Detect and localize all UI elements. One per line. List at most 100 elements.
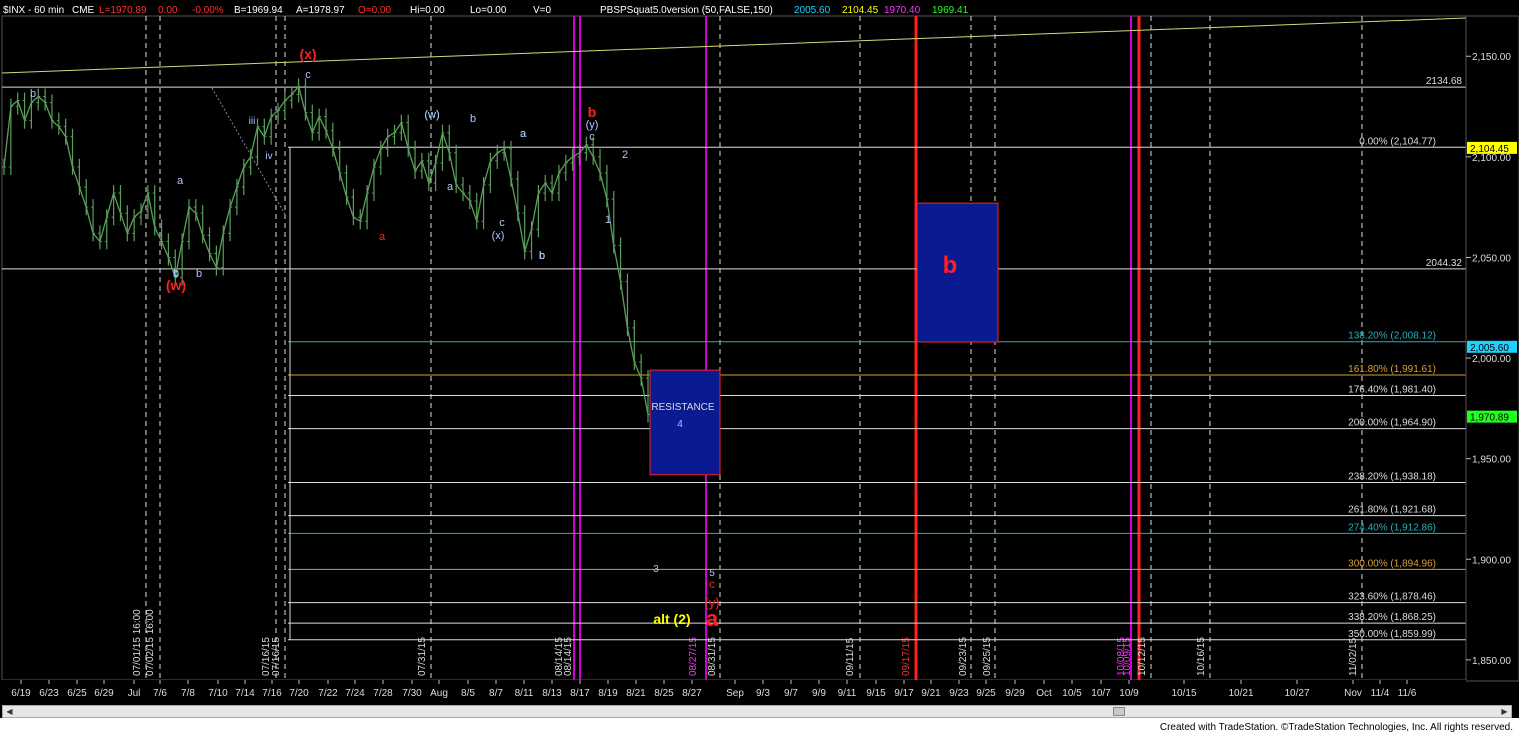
header-last: L=1970.89 [99, 5, 147, 16]
fib-level-label: 138.20% (2,008.12) [1348, 331, 1436, 342]
date-axis-label: 9/21 [921, 688, 941, 699]
date-axis-label: 8/11 [515, 688, 534, 699]
resistance-box [649, 369, 721, 476]
fib-level-label: 338.20% (1,868.25) [1348, 612, 1436, 623]
header-lo: Lo=0.00 [470, 5, 507, 16]
date-axis-label: 9/25 [976, 688, 996, 699]
date-axis-label: 7/16 [262, 688, 282, 699]
date-axis-label: 6/29 [94, 688, 114, 699]
date-axis-label: 7/22 [318, 688, 338, 699]
price-axis-label: 2,150.00 [1472, 52, 1511, 63]
header-ind-v3: 1970.40 [884, 5, 921, 16]
date-axis-label: 11/6 [1398, 688, 1417, 699]
resistance-box-sublabel: 4 [677, 419, 683, 430]
axes: 2,150.002,100.002,050.002,000.001,950.00… [0, 15, 1519, 704]
date-axis-label: 6/23 [39, 688, 59, 699]
date-axis-label: 8/25 [654, 688, 674, 699]
price-tag-label: 2,104.45 [1470, 144, 1509, 155]
date-axis-label: 7/6 [153, 688, 167, 699]
vertical-date-label: 11/02/15 [1348, 637, 1359, 676]
scroll-left-arrow-icon[interactable]: ◀ [4, 707, 15, 716]
vertical-date-label: 08/14/15 [563, 637, 574, 676]
wave-label: a [447, 181, 454, 193]
wave-label: (w) [166, 277, 186, 293]
vertical-date-label: 09/25/15 [982, 637, 993, 676]
wave-label: a [706, 606, 719, 631]
date-axis-label: 8/5 [461, 688, 475, 699]
chart-header: $INX - 60 min CME L=1970.89 0.00 -0.00% … [3, 5, 969, 16]
header-change: 0.00 [158, 5, 178, 16]
vertical-date-label: 10/16/15 [1196, 637, 1207, 676]
footer: Created with TradeStation. ©TradeStation… [0, 718, 1519, 736]
vertical-date-label: 08/31/15 [707, 637, 718, 676]
date-axis-label: 7/20 [289, 688, 309, 699]
wave-label: 3 [653, 564, 659, 575]
plot-frame [1, 15, 1467, 681]
b-target-box-label: b [943, 252, 958, 279]
date-axis-label: 10/7 [1091, 688, 1111, 699]
fib-level-label: 323.60% (1,878.46) [1348, 592, 1436, 603]
date-axis-label: 7/30 [402, 688, 422, 699]
vertical-date-label: 10/09/15 [1122, 637, 1133, 676]
date-axis-label: 9/3 [756, 688, 770, 699]
price-axis-label: 2,000.00 [1472, 354, 1511, 365]
date-axis-label: 11/4 [1371, 688, 1390, 699]
date-axis-label: 8/7 [489, 688, 503, 699]
header-hi: Hi=0.00 [410, 5, 445, 16]
vertical-date-label: 09/23/15 [958, 637, 969, 676]
date-axis-label: 9/23 [949, 688, 969, 699]
fib-level-label: 274.40% (1,912.86) [1348, 522, 1436, 533]
horizontal-scrollbar[interactable]: ◀ ▶ [2, 705, 1512, 718]
header-ind-v4: 1969.41 [932, 5, 969, 16]
wave-label: 2 [622, 149, 628, 161]
header-exchange: CME [72, 5, 95, 16]
price-axis-label: 1,950.00 [1472, 455, 1511, 466]
price-axis-label: 1,850.00 [1472, 656, 1511, 667]
date-axis-label: 10/21 [1228, 688, 1253, 699]
date-axis-label: 9/9 [812, 688, 826, 699]
header-ask-extra: O=0.00 [358, 5, 392, 16]
wave-label: (x) [492, 230, 505, 242]
vertical-date-label: 07/01/15 16:00 [132, 609, 143, 676]
trend-line [211, 87, 287, 217]
header-indicator: PBSPSquat5.0version (50,FALSE,150) [600, 5, 773, 16]
wave-label: alt (2) [653, 611, 690, 627]
wave-label: c [499, 217, 505, 229]
date-axis-label: 7/24 [345, 688, 365, 699]
vertical-date-label: 08/27/15 [688, 637, 699, 676]
horizontal-level-label: 2044.32 [1426, 258, 1463, 269]
wave-label: b [588, 104, 597, 120]
date-axis-label: 8/19 [598, 688, 618, 699]
wave-label: b [196, 268, 202, 280]
fib-level-label: 0.00% (2,104.77) [1359, 136, 1436, 147]
date-axis-label: Aug [430, 688, 448, 699]
date-axis-label: 8/13 [542, 688, 562, 699]
date-axis-label: 6/25 [67, 688, 87, 699]
fib-level-label: 300.00% (1,894.96) [1348, 558, 1436, 569]
vertical-date-label: 09/17/15 [901, 637, 912, 676]
date-axis-label: 10/5 [1062, 688, 1082, 699]
wave-label: iii [249, 116, 256, 127]
header-symbol: $INX - 60 min [3, 5, 64, 16]
date-axis-label: 8/17 [570, 688, 590, 699]
date-axis-label: 9/15 [866, 688, 886, 699]
date-axis-label: 8/21 [626, 688, 646, 699]
scroll-thumb[interactable] [1113, 707, 1125, 716]
wave-label: b [470, 113, 476, 125]
vertical-date-label: 07/16/15 [271, 637, 282, 676]
wave-label: 1 [605, 214, 611, 226]
fib-level-label: 161.80% (1,991.61) [1348, 364, 1436, 375]
date-axis-label: 10/9 [1119, 688, 1139, 699]
date-axis-label: 10/27 [1284, 688, 1309, 699]
plot-area: 07/01/15 16:00 07/02/15 16:00 07/16/15 07/1… [1, 15, 1467, 681]
copyright-text: Created with TradeStation. ©TradeStation… [1159, 722, 1513, 733]
scroll-right-arrow-icon[interactable]: ▶ [1499, 707, 1510, 716]
date-axis-label: Nov [1344, 688, 1362, 699]
price-axis-label: 2,050.00 [1472, 253, 1511, 264]
resistance-box-label: RESISTANCE [651, 402, 714, 413]
date-axis-label: 7/10 [208, 688, 228, 699]
price-chart[interactable]: $INX - 60 min CME L=1970.89 0.00 -0.00% … [0, 0, 1519, 705]
date-axis-label: 9/17 [894, 688, 914, 699]
wave-label: (y) [586, 119, 599, 131]
date-axis-label: 6/19 [11, 688, 31, 699]
